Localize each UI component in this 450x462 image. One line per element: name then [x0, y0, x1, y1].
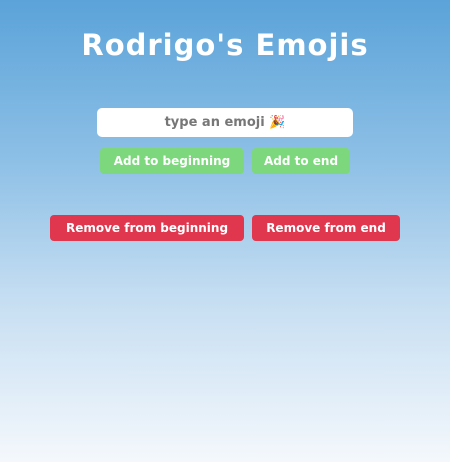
add-to-end-button[interactable]: Add to end: [252, 148, 350, 174]
page-title: Rodrigo's Emojis: [81, 28, 369, 62]
remove-from-beginning-button[interactable]: Remove from beginning: [50, 215, 244, 241]
remove-from-end-button[interactable]: Remove from end: [252, 215, 400, 241]
add-to-beginning-button[interactable]: Add to beginning: [100, 148, 244, 174]
emoji-input[interactable]: [97, 108, 353, 137]
